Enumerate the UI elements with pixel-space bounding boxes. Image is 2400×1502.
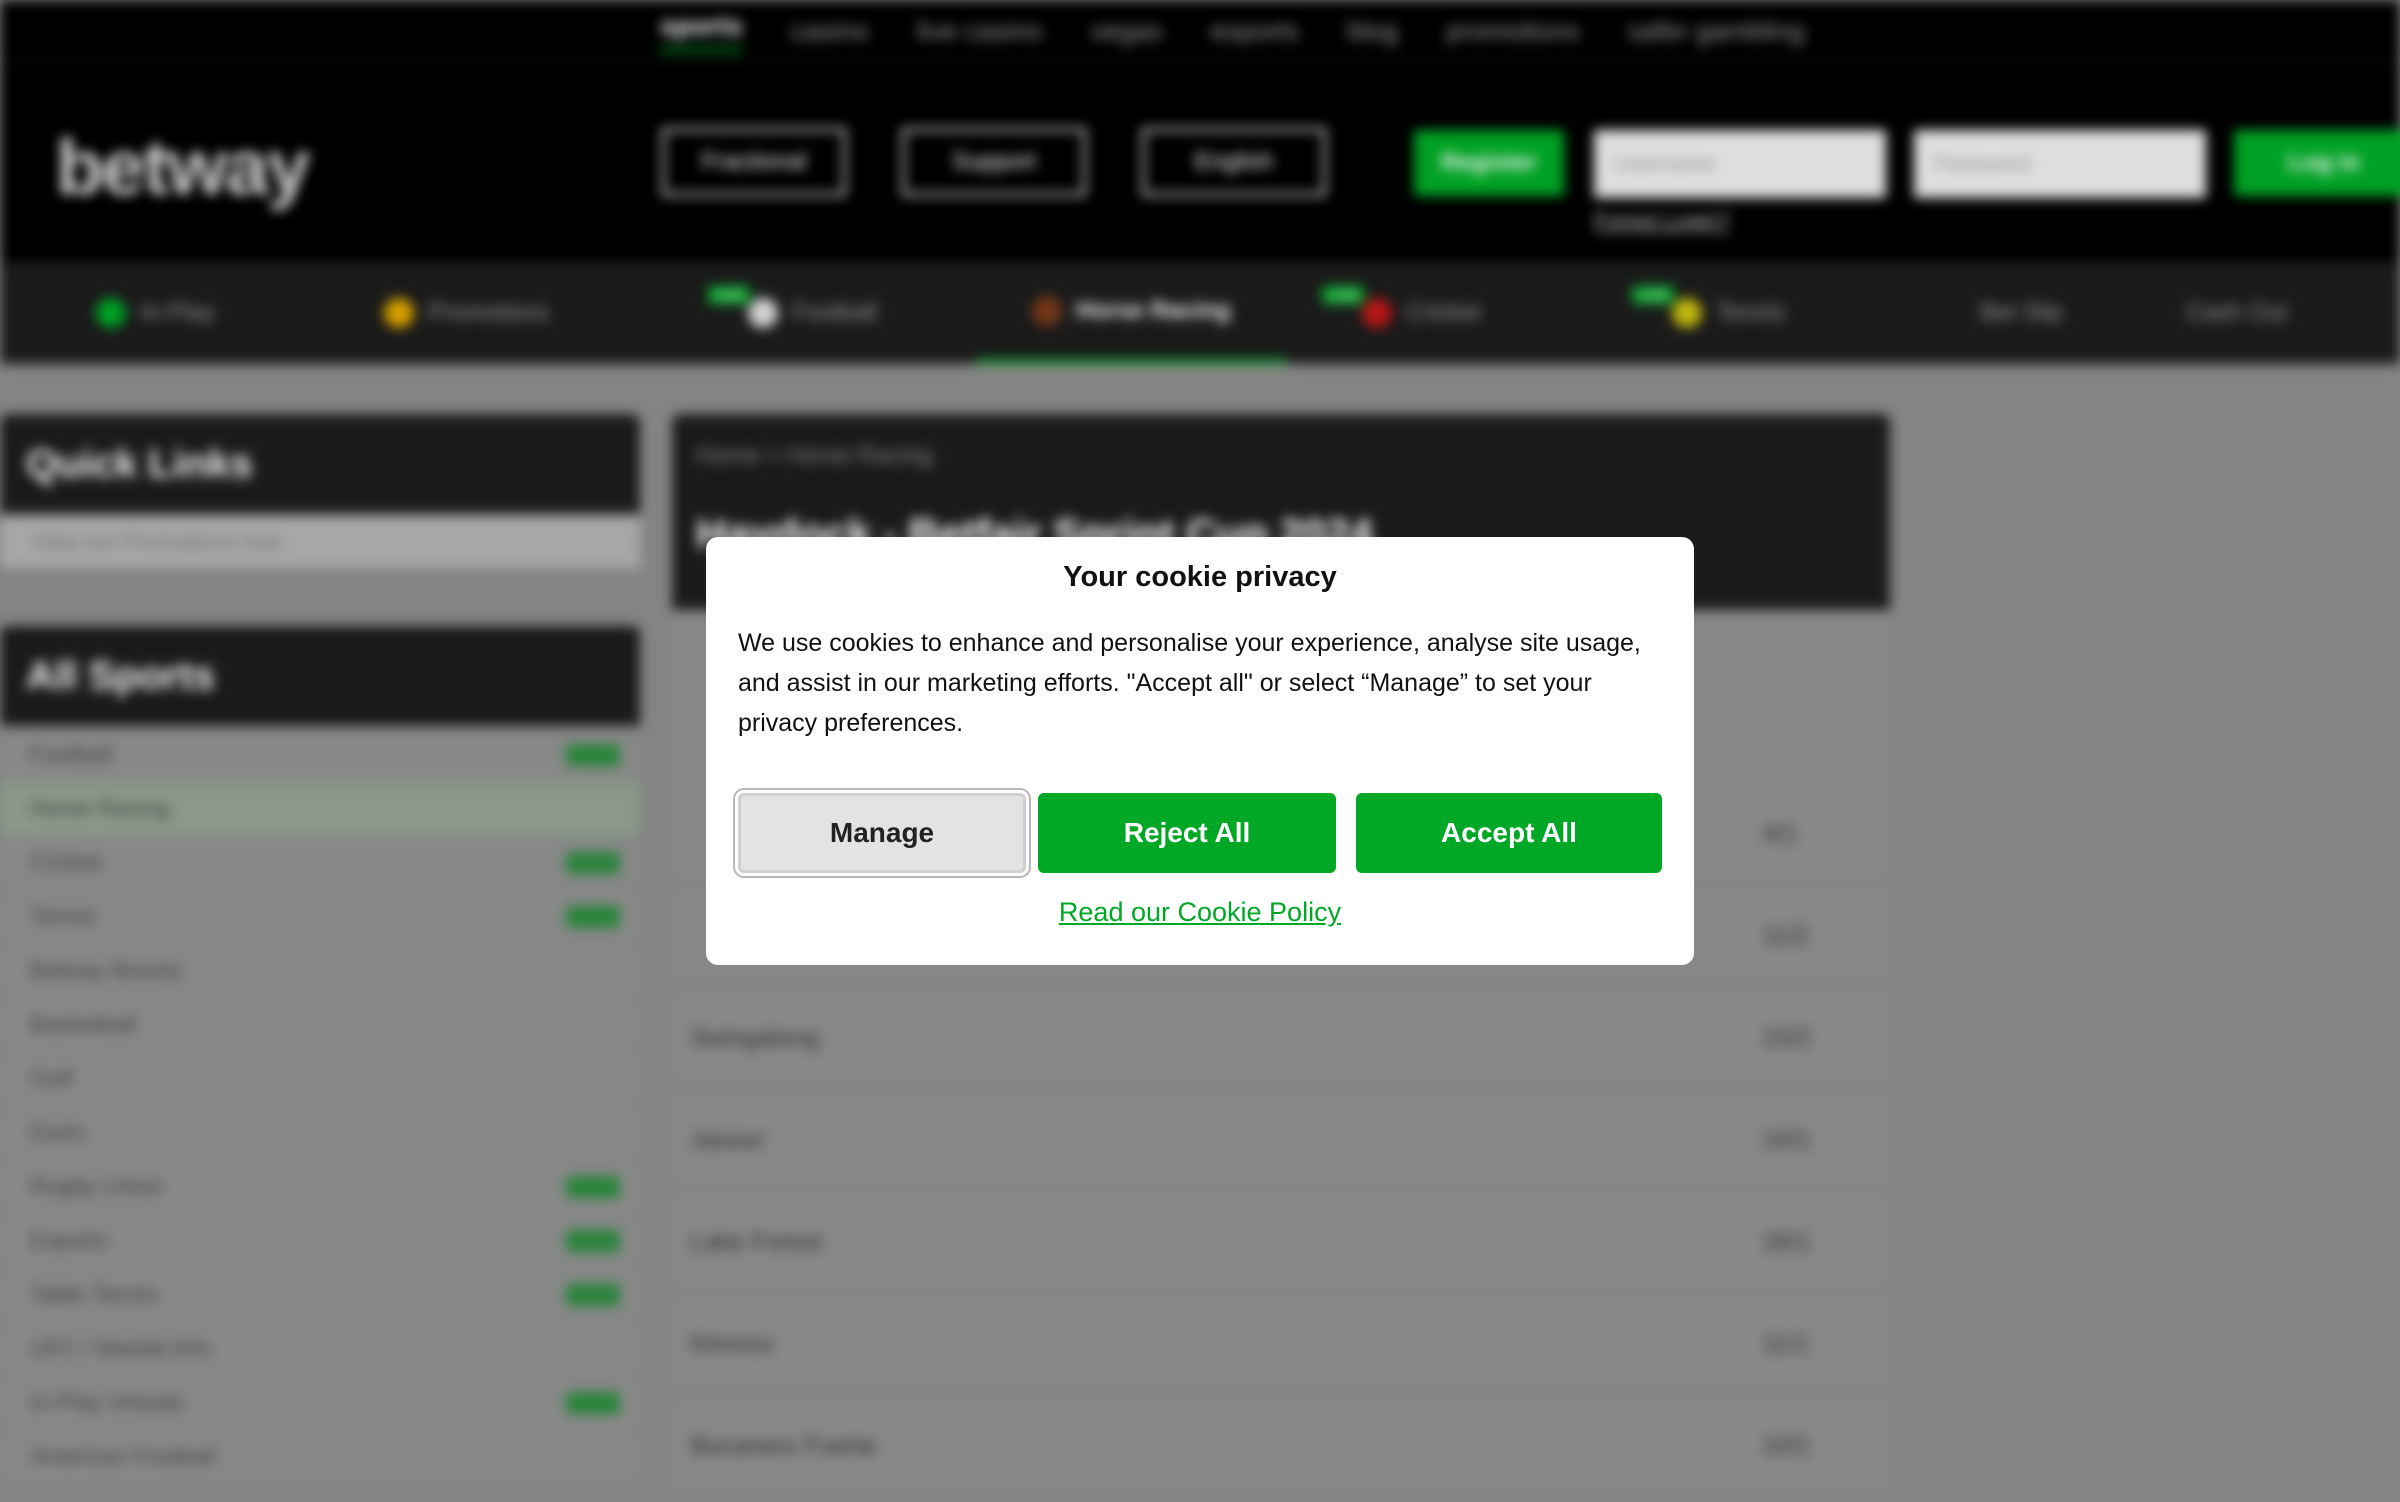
cookie-consent-dialog: Your cookie privacy We use cookies to en… xyxy=(706,537,1694,965)
accept-all-button[interactable]: Accept All xyxy=(1356,793,1662,873)
cookie-policy-link[interactable]: Read our Cookie Policy xyxy=(706,897,1694,928)
manage-button[interactable]: Manage xyxy=(738,793,1026,873)
cookie-dialog-title: Your cookie privacy xyxy=(1063,561,1337,593)
reject-all-button[interactable]: Reject All xyxy=(1038,793,1336,873)
cookie-dialog-text: We use cookies to enhance and personalis… xyxy=(738,629,1641,737)
